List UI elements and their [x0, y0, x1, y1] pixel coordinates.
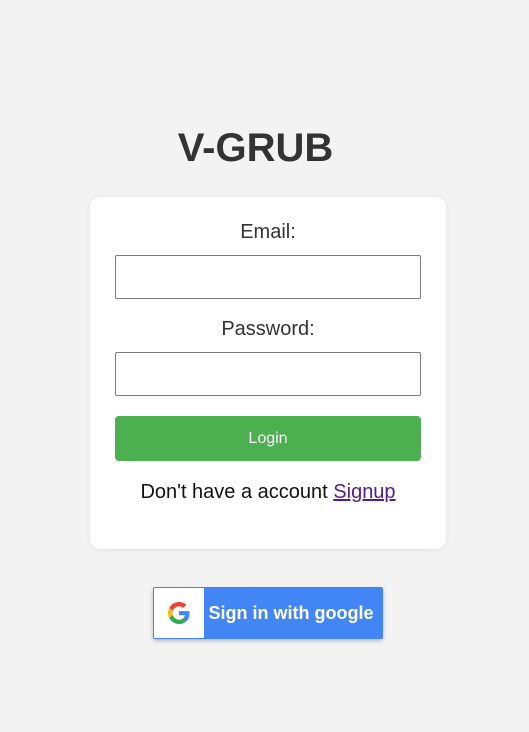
google-signin-label: Sign in with google: [208, 602, 374, 623]
signup-prompt-text: Don't have a account: [140, 481, 334, 503]
email-label: Email:: [240, 221, 296, 243]
login-button[interactable]: Login: [115, 416, 421, 461]
signup-link[interactable]: Signup: [333, 481, 395, 503]
app-title: V-GRUB: [177, 126, 334, 170]
login-card: Email: Password: Login Don't have a acco…: [90, 197, 446, 549]
password-field[interactable]: [115, 352, 421, 396]
password-label: Password:: [221, 318, 315, 340]
signup-prompt-line: Don't have a account Signup: [90, 480, 446, 504]
google-g-icon: [168, 602, 190, 624]
google-icon-container: [154, 588, 204, 638]
email-field[interactable]: [115, 255, 421, 299]
google-signin-button[interactable]: Sign in with google: [153, 587, 383, 639]
